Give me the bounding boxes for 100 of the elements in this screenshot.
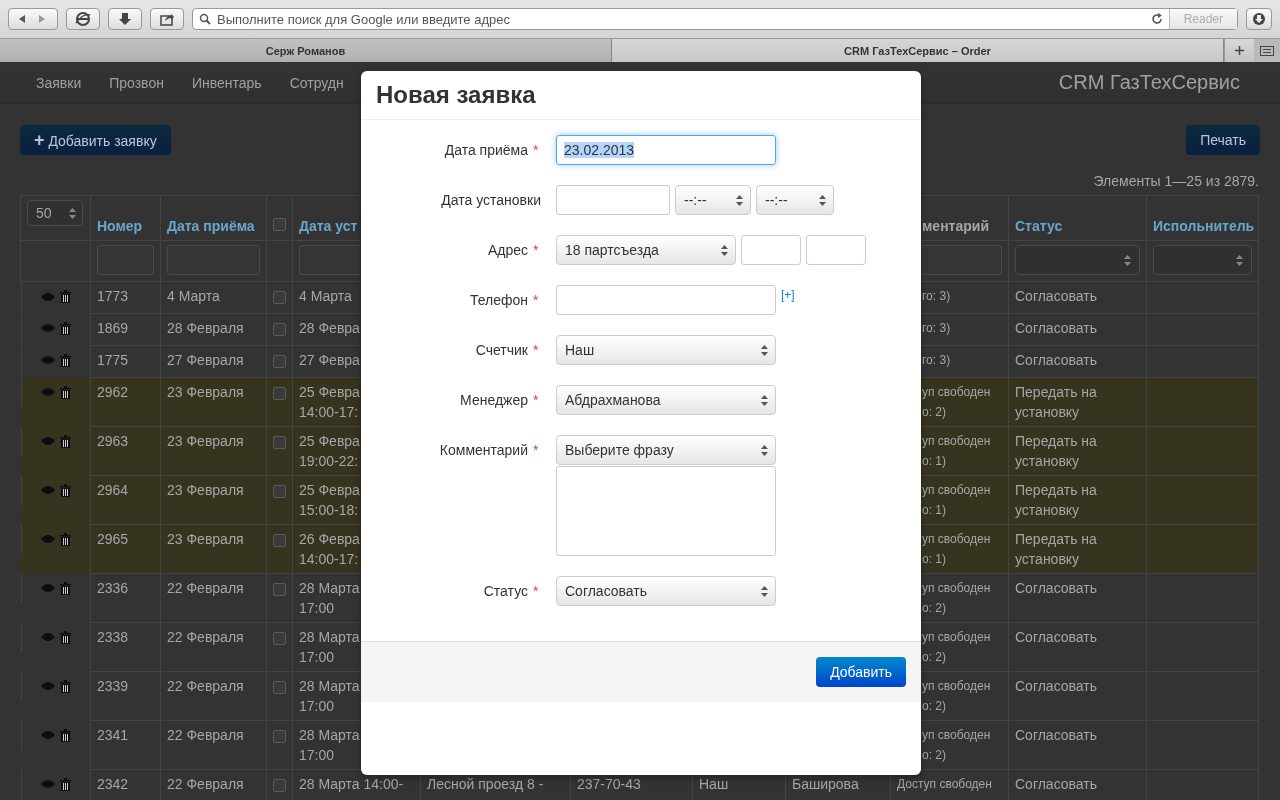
nav-link[interactable]: Инвентарь (177, 74, 276, 91)
downloads-button[interactable] (108, 8, 142, 30)
page-size-select[interactable]: 50 (27, 200, 83, 226)
required-mark: * (533, 582, 540, 601)
select-field[interactable]: Выберите фразу (556, 435, 776, 465)
table-cell: Лесной проезд 8 - (427, 776, 544, 792)
comment-textarea[interactable] (556, 466, 776, 556)
required-mark: * (533, 141, 540, 160)
row-checkbox[interactable] (273, 632, 286, 645)
street-select[interactable]: 18 партсъезда (556, 235, 736, 265)
select-field[interactable]: Наш (556, 335, 776, 365)
trash-icon[interactable] (59, 385, 71, 399)
select-arrows-icon (761, 444, 768, 456)
select-all-checkbox[interactable] (273, 218, 286, 231)
add-button[interactable]: Добавить (816, 657, 906, 687)
new-tab-button[interactable] (1224, 39, 1254, 62)
browser-tab[interactable]: Серж Романов (0, 39, 612, 62)
print-button[interactable]: Печать (1186, 125, 1260, 155)
add-request-button[interactable]: + Добавить заявку (20, 125, 171, 155)
time-select[interactable]: --:-- (756, 185, 834, 215)
time-select[interactable]: --:-- (675, 185, 751, 215)
reload-icon[interactable] (1150, 13, 1163, 25)
row-checkbox[interactable] (273, 779, 286, 792)
sort-link[interactable]: Дата уст (299, 218, 358, 234)
trash-icon[interactable] (59, 728, 71, 742)
row-checkbox[interactable] (273, 681, 286, 694)
house-field[interactable] (741, 235, 801, 265)
filter-select[interactable] (1153, 245, 1252, 275)
browser-logo-button[interactable] (66, 8, 100, 30)
table-cell: 22 Февраля (167, 776, 244, 792)
table-cell: 27 Февраля (167, 352, 244, 368)
table-cell-text: уп свободен о: 1) (922, 482, 992, 519)
nav-link[interactable]: Сотрудн (275, 74, 358, 91)
table-cell: Согласовать (1015, 352, 1098, 368)
nav-link[interactable]: Прозвон (95, 74, 178, 91)
share-button[interactable] (150, 8, 184, 30)
trash-icon[interactable] (59, 353, 71, 367)
row-checkbox[interactable] (273, 355, 286, 368)
table-cell: Баширова (792, 776, 859, 792)
dialog-title: Новая заявка (376, 81, 536, 109)
trash-icon[interactable] (59, 532, 71, 546)
field-label: Телефон (469, 291, 528, 310)
select-arrows-icon (721, 244, 728, 256)
back-forward-buttons[interactable] (8, 8, 58, 30)
row-checkbox[interactable] (273, 485, 286, 498)
add-phone-link[interactable]: [+] (781, 288, 795, 302)
phone-field[interactable] (556, 285, 776, 315)
field-label: Адрес (487, 241, 528, 260)
sort-link[interactable]: Статус (1015, 218, 1063, 234)
trash-icon[interactable] (59, 290, 71, 303)
select-field[interactable]: Абдрахманова (556, 385, 776, 415)
filter-select[interactable] (1015, 245, 1140, 275)
row-checkbox[interactable] (273, 387, 286, 400)
table-cell: Согласовать (1015, 727, 1098, 743)
trash-icon[interactable] (59, 483, 71, 497)
table-cell: 4 Марта (167, 288, 220, 304)
select-field[interactable]: Согласовать (556, 576, 776, 606)
nav-link[interactable]: Заявки (20, 74, 96, 91)
row-checkbox[interactable] (273, 323, 286, 336)
trash-icon[interactable] (59, 321, 71, 335)
table-cell: Передать на установку (1015, 482, 1097, 518)
apartment-field[interactable] (806, 235, 866, 265)
row-checkbox[interactable] (273, 583, 286, 596)
table-cell-text: уп свободен о: 1) (922, 531, 992, 568)
tab-list-icon[interactable] (1260, 45, 1274, 56)
table-cell-text: 28 Марта 14:00- (299, 775, 405, 794)
field-label: Дата приёма (444, 141, 528, 160)
date-field[interactable]: 23.02.2013 (556, 135, 776, 165)
table-cell: Согласовать (1015, 776, 1098, 792)
select-arrows-icon (819, 194, 826, 206)
trash-icon[interactable] (59, 434, 71, 448)
table-cell-text: уп свободен о: 2) (922, 629, 992, 666)
e-globe-icon (75, 11, 91, 27)
table-cell: 22 Февраля (167, 678, 244, 694)
trash-icon[interactable] (59, 630, 71, 644)
table-cell: 2963 (97, 433, 129, 449)
table-cell: 1773 (97, 288, 129, 304)
row-checkbox[interactable] (273, 291, 286, 304)
field-label: Статус (483, 582, 528, 601)
downloads-button[interactable] (1246, 8, 1272, 30)
search-icon (199, 13, 211, 25)
trash-icon[interactable] (59, 777, 71, 791)
table-cell-text: 25 Февра 19:00-22: (299, 432, 361, 471)
select-arrows-icon (736, 194, 743, 206)
table-cell: 22 Февраля (167, 629, 244, 645)
trash-icon[interactable] (59, 679, 71, 693)
browser-tab[interactable]: CRM ГазТехСервис – Order (612, 39, 1224, 62)
row-checkbox[interactable] (273, 730, 286, 743)
row-checkbox[interactable] (273, 534, 286, 547)
table-cell: 2342 (97, 776, 129, 792)
table-cell: 2339 (97, 678, 129, 694)
row-checkbox[interactable] (273, 436, 286, 449)
table-cell-text: уп свободен о: 2) (922, 678, 992, 715)
table-cell: Передать на установку (1015, 384, 1097, 420)
back-icon[interactable] (17, 14, 27, 24)
date-field[interactable] (556, 185, 670, 215)
trash-icon[interactable] (59, 581, 71, 595)
required-mark: * (533, 341, 540, 360)
forward-icon[interactable] (37, 14, 47, 24)
table-cell: 2338 (97, 629, 129, 645)
